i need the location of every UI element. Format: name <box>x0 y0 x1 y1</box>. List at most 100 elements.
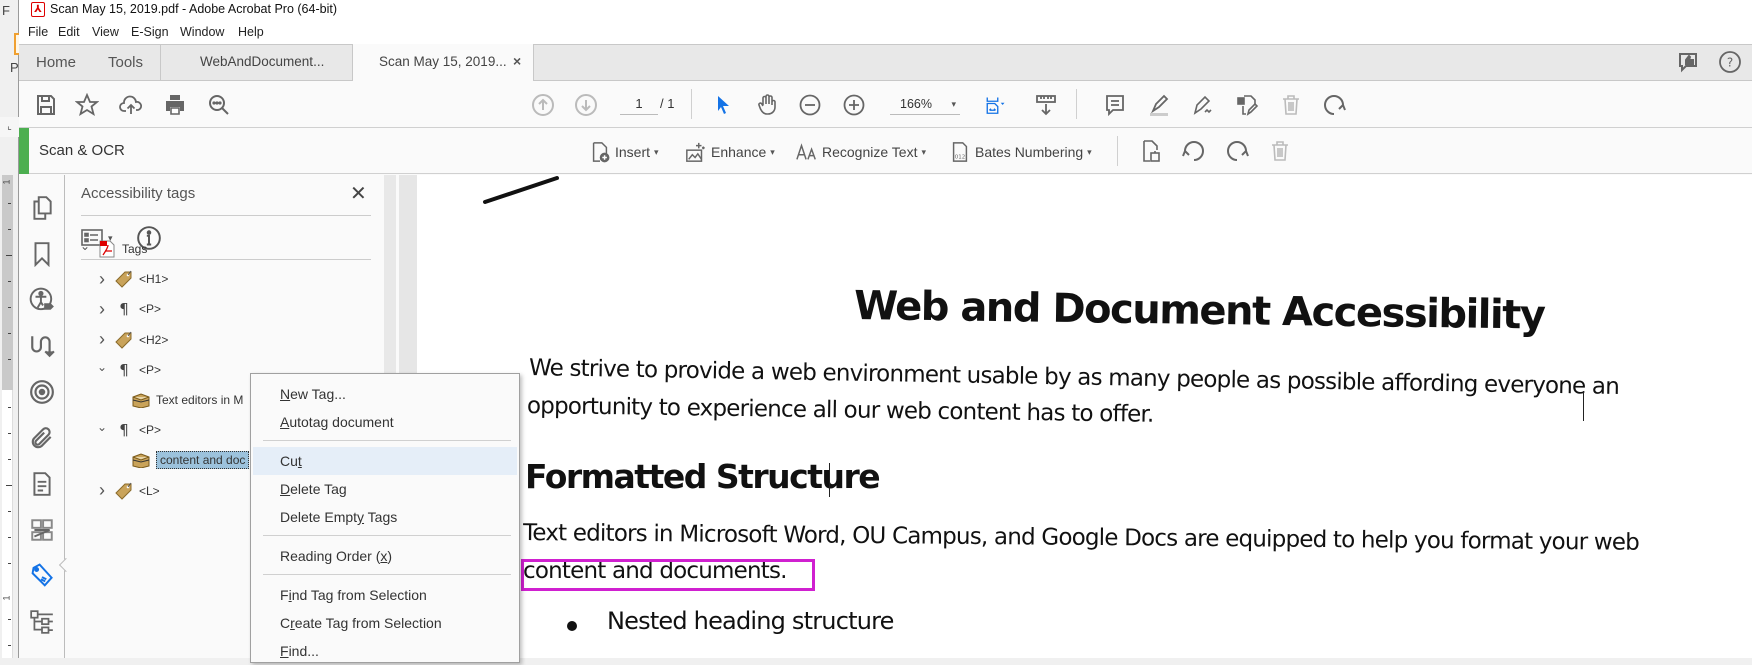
zoom-in-icon[interactable] <box>840 91 868 119</box>
page-thumbnails-icon[interactable] <box>29 195 55 221</box>
document-paragraph-line[interactable]: opportunity to experience all our web co… <box>527 393 1154 428</box>
vertical-ruler[interactable]: 1 1 <box>2 175 13 658</box>
tree-node[interactable]: ⌄ ¶ <P> <box>95 358 161 382</box>
search-icon[interactable] <box>205 91 233 119</box>
tree-node[interactable]: Text editors in M <box>112 388 243 412</box>
current-page-input[interactable]: 1 <box>620 93 658 115</box>
background-window-text: F <box>2 3 10 18</box>
bookmarks-icon[interactable] <box>29 241 55 268</box>
menu-item-create-tag-from-selection[interactable]: Create Tag from Selection <box>253 609 517 637</box>
help-icon[interactable]: ? <box>1716 48 1744 76</box>
menu-item-find-tag-from-selection[interactable]: Find Tag from Selection <box>253 581 517 609</box>
menu-item-reading-order-x[interactable]: Reading Order (x) <box>253 542 517 570</box>
scroll-mode-icon[interactable] <box>1032 91 1060 119</box>
ruler-scroll-thumb[interactable] <box>2 175 13 390</box>
fit-page-icon[interactable] <box>977 91 1017 119</box>
compare-icon[interactable] <box>29 517 55 543</box>
document-paragraph-line[interactable]: Text editors in Microsoft Word, OU Campu… <box>523 520 1639 556</box>
edit-pdf-icon[interactable] <box>1233 91 1261 119</box>
tree-root[interactable]: ⌄ Tags <box>78 237 147 261</box>
page-up-icon[interactable] <box>529 91 557 119</box>
chevron-down-icon: ▾ <box>654 146 659 157</box>
pdf-page[interactable]: Web and Document Accessibility We strive… <box>417 175 1752 658</box>
sign-icon[interactable] <box>1189 91 1217 119</box>
tab-document-webanddocument[interactable]: WebAndDocument... <box>160 44 353 81</box>
enhance-button[interactable]: Enhance ▾ <box>685 140 775 164</box>
select-arrow-icon[interactable] <box>709 91 737 119</box>
menu-file[interactable]: File <box>28 25 48 39</box>
tree-node[interactable]: › <H2> <box>95 328 168 352</box>
feedback-icon[interactable] <box>1674 48 1702 76</box>
document-icon[interactable] <box>29 471 55 497</box>
recognize-text-icon <box>796 143 816 160</box>
tree-node[interactable]: ⌄ ¶ <P> <box>95 418 161 442</box>
tab-home[interactable]: Home <box>36 54 76 71</box>
menu-help[interactable]: Help <box>238 25 264 39</box>
chevron-right-icon[interactable]: › <box>95 299 109 320</box>
insert-button[interactable]: Insert ▾ <box>589 140 659 164</box>
chevron-down-icon[interactable]: ⌄ <box>78 239 92 253</box>
menu-item-find[interactable]: Find... <box>253 637 517 665</box>
highlight-icon[interactable] <box>1145 91 1173 119</box>
reading-order-icon[interactable] <box>29 333 55 359</box>
tree-node-label: <H1> <box>139 272 169 287</box>
chevron-right-icon[interactable]: › <box>95 480 109 501</box>
tree-node[interactable]: › <H1> <box>95 267 168 291</box>
page-down-icon[interactable] <box>572 91 600 119</box>
menu-window[interactable]: Window <box>180 25 224 39</box>
menu-esign[interactable]: E-Sign <box>131 25 169 39</box>
delete-icon[interactable] <box>1277 91 1305 119</box>
tab-close-icon[interactable]: × <box>513 53 521 69</box>
tags-icon[interactable] <box>29 563 55 589</box>
close-icon[interactable]: ✕ <box>350 181 367 206</box>
menu-item-new-tag[interactable]: New Tag... <box>253 380 517 408</box>
zoom-level-dropdown[interactable]: 166% ▾ <box>890 93 960 115</box>
attachments-icon[interactable] <box>29 425 55 451</box>
tree-node[interactable]: › <L> <box>95 479 160 503</box>
menu-view[interactable]: View <box>92 25 119 39</box>
content-box-icon <box>132 451 150 469</box>
menu-separator <box>263 440 511 441</box>
ruler-tick <box>8 645 11 646</box>
tree-node[interactable]: content and doc <box>112 448 250 472</box>
content-icon[interactable] <box>29 379 55 405</box>
tag-icon <box>115 270 133 288</box>
structure-icon[interactable] <box>29 609 55 635</box>
tree-node[interactable]: › ¶ <P> <box>95 297 161 321</box>
star-icon[interactable] <box>73 91 101 119</box>
comment-icon[interactable] <box>1101 91 1129 119</box>
accessibility-icon[interactable] <box>29 287 55 313</box>
menu-edit[interactable]: Edit <box>58 25 80 39</box>
menu-item-cut[interactable]: Cut <box>253 447 517 475</box>
insert-label: Insert <box>615 144 651 160</box>
document-heading-1[interactable]: Web and Document Accessibility <box>854 283 1545 339</box>
hand-icon[interactable] <box>753 91 781 119</box>
chevron-right-icon[interactable]: › <box>95 269 109 290</box>
chevron-right-icon[interactable]: › <box>95 329 109 350</box>
panel-title: Accessibility tags <box>81 185 196 202</box>
tab-tools[interactable]: Tools <box>108 54 143 71</box>
cloud-upload-icon[interactable] <box>117 91 145 119</box>
print-icon[interactable] <box>161 91 189 119</box>
menu-item-delete-tag[interactable]: Delete Tag <box>253 475 517 503</box>
rotate-icon[interactable] <box>1320 91 1348 119</box>
document-heading-2[interactable]: Formatted Structure <box>525 457 881 496</box>
rotate-right-icon[interactable] <box>1223 137 1251 165</box>
svg-text:012: 012 <box>955 154 966 160</box>
rotate-left-icon[interactable] <box>1180 137 1208 165</box>
tree-node-label: <P> <box>139 302 162 317</box>
zoom-out-icon[interactable] <box>796 91 824 119</box>
menu-item-delete-empty-tags[interactable]: Delete Empty Tags <box>253 503 517 531</box>
delete-page-icon[interactable] <box>1266 137 1294 165</box>
menu-item-autotag-document[interactable]: Autotag document <box>253 408 517 436</box>
chevron-down-icon[interactable]: ⌄ <box>95 360 109 374</box>
bates-numbering-button[interactable]: 012 Bates Numbering ▾ <box>949 140 1092 164</box>
chevron-down-icon[interactable]: ⌄ <box>95 420 109 434</box>
page-extract-icon[interactable] <box>1137 137 1165 165</box>
save-icon[interactable] <box>32 91 60 119</box>
document-list-item[interactable]: Nested heading structure <box>607 607 894 635</box>
tab-bar: Home Tools WebAndDocument... Scan May 15… <box>19 44 1752 82</box>
tab-document-scan[interactable]: Scan May 15, 2019... × <box>352 44 534 82</box>
document-paragraph-line[interactable]: We strive to provide a web environment u… <box>529 355 1619 400</box>
recognize-text-button[interactable]: Recognize Text ▾ <box>796 140 926 164</box>
